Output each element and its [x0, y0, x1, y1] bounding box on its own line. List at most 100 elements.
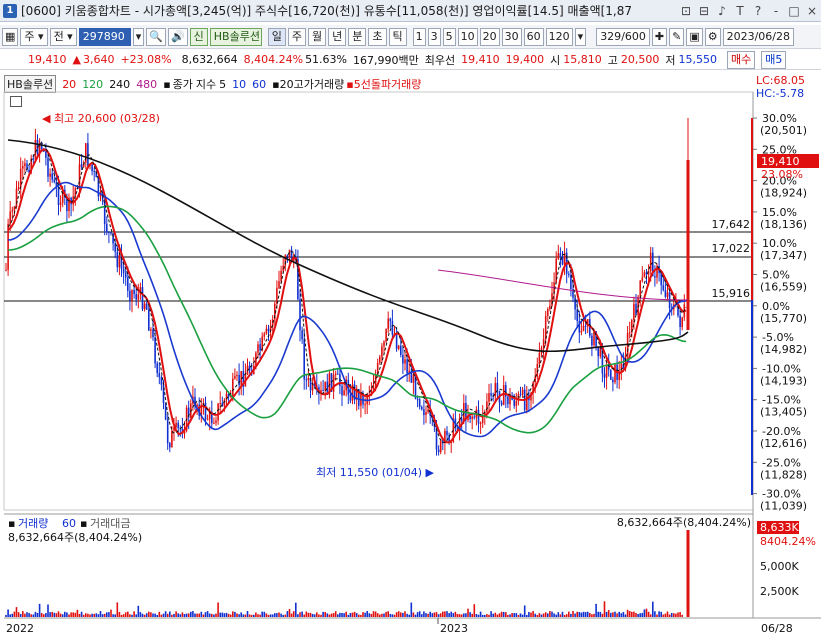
volume-sub[interactable]: 거래대금 — [90, 517, 130, 530]
volume-bar — [431, 613, 434, 617]
volume-bar — [139, 612, 142, 617]
volume-bar — [643, 609, 646, 617]
volume-bar — [641, 612, 644, 617]
candle-body — [17, 187, 20, 189]
candle-body — [549, 305, 551, 309]
volume-bar — [311, 613, 314, 617]
volume-bar — [616, 613, 618, 617]
volume-legend-marker: ▪ — [8, 517, 15, 530]
chart-canvas[interactable]: 17,642 17,022 15,916 ◀ 최고 20,600 (03/28)… — [0, 0, 821, 638]
candle-body — [488, 393, 490, 402]
volume-bar — [536, 614, 539, 617]
volume-bar — [610, 612, 612, 617]
volume-bar — [135, 614, 137, 617]
volume-bar — [24, 613, 26, 617]
candle-body — [215, 420, 217, 423]
volume-bar — [607, 610, 610, 617]
volume-bar — [614, 611, 616, 617]
volume-bar — [208, 613, 211, 617]
candle-body — [24, 163, 26, 167]
volume-bar — [313, 614, 316, 617]
x-label-2023: 2023 — [440, 622, 468, 635]
volume-badge-text: 8,633K — [760, 521, 799, 534]
volume-bar — [129, 614, 131, 617]
volume-bar — [568, 611, 570, 617]
volume-bar — [383, 613, 385, 617]
candle-body — [404, 359, 406, 364]
candle-body — [612, 379, 614, 383]
volume-bar — [358, 614, 360, 617]
volume-bar — [160, 614, 163, 617]
volume-bar — [673, 613, 675, 617]
candle-body — [11, 210, 14, 212]
candle-body — [538, 352, 541, 364]
volume-bar — [185, 613, 188, 617]
candle-body — [469, 415, 471, 419]
volume-bar — [116, 602, 119, 617]
candle-body — [374, 374, 377, 387]
candle-body — [299, 299, 301, 331]
volume-bar — [477, 614, 480, 617]
candle-body — [547, 308, 549, 316]
low-annotation: 최저 11,550 (01/04) ▶ — [316, 466, 435, 479]
volume-bar — [158, 611, 161, 617]
volume-bar — [154, 613, 156, 617]
candle-body — [668, 292, 671, 309]
volume-bar — [171, 614, 173, 617]
volume-bar — [269, 614, 272, 617]
candle-body — [259, 344, 261, 351]
volume-bar — [397, 611, 400, 617]
volume-bar — [177, 613, 179, 617]
volume-bar — [408, 614, 410, 617]
volume-bar — [242, 614, 245, 617]
volume-bar — [332, 613, 335, 617]
ma-20-line — [7, 148, 687, 444]
volume-bar — [662, 614, 665, 617]
volume-bar — [515, 612, 518, 617]
candle-body — [280, 270, 282, 282]
volume-bar — [26, 612, 28, 617]
candle-body — [206, 419, 209, 421]
volume-bar — [479, 611, 482, 617]
volume-bar — [80, 611, 83, 617]
volume-bar — [40, 613, 43, 617]
candlestick-series[interactable] — [5, 118, 690, 456]
candle-body — [177, 422, 179, 429]
volume-bar — [631, 611, 633, 617]
volume-bar — [43, 614, 45, 617]
candle-body — [232, 378, 234, 396]
candle-body — [204, 402, 207, 420]
volume-bar — [677, 612, 679, 617]
candle-body — [236, 374, 238, 376]
volume-bar — [519, 613, 522, 617]
candle-body — [103, 199, 106, 225]
volume-bar — [87, 613, 89, 617]
volume-bar — [219, 612, 221, 617]
volume-bar — [540, 614, 543, 617]
volume-bar — [664, 613, 667, 617]
volume-bar — [127, 611, 129, 617]
volume-bar — [202, 614, 205, 617]
candle-body — [427, 409, 429, 413]
candle-body — [219, 403, 221, 405]
candle-body — [402, 355, 404, 364]
volume-bar — [557, 612, 560, 617]
volume-bar — [13, 611, 16, 617]
candle-body — [238, 374, 240, 385]
volume-bar — [402, 612, 404, 617]
candle-body — [166, 419, 169, 444]
volume-bar — [322, 611, 324, 617]
volume-bar — [282, 614, 284, 617]
volume-bar — [628, 611, 631, 617]
volume-bar — [271, 614, 274, 617]
volume-param[interactable]: 60 — [62, 517, 76, 530]
volume-bar — [343, 613, 345, 617]
volume-bar — [118, 612, 121, 617]
volume-bar — [679, 612, 681, 617]
candle-body — [397, 345, 400, 349]
candle-body — [584, 325, 587, 327]
volume-bar — [374, 611, 377, 617]
volume-title[interactable]: 거래량 — [18, 517, 48, 530]
candle-body — [387, 318, 389, 330]
volume-bar — [469, 612, 471, 617]
